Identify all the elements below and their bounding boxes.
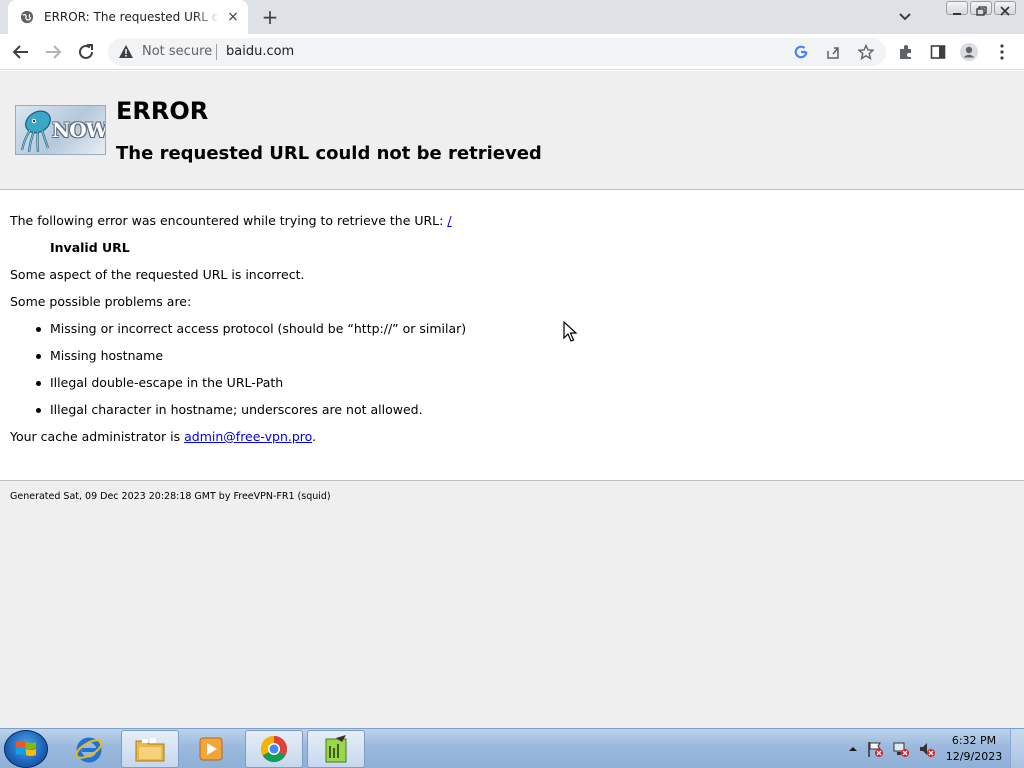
tab-close-icon[interactable]: × [226, 9, 240, 25]
globe-icon [20, 10, 34, 24]
problem-item: Missing or incorrect access protocol (sh… [50, 321, 467, 336]
bullet-dot [36, 408, 41, 413]
bullet-dot [36, 354, 41, 359]
windows-taskbar: 6:32 PM 12/9/2023 [0, 728, 1024, 768]
show-desktop-button[interactable] [1010, 729, 1024, 768]
error-name: Invalid URL [50, 240, 130, 255]
taskbar-internet-explorer[interactable] [60, 730, 118, 768]
bullet-dot [36, 381, 41, 386]
profile-avatar-icon[interactable] [959, 42, 979, 62]
admin-line: Your cache administrator is admin@free-v… [10, 429, 316, 444]
browser-toolbar: Not secure baidu.com [0, 34, 1024, 70]
clock-time: 6:32 PM [951, 734, 997, 747]
retrieved-url-link[interactable]: / [447, 213, 451, 228]
taskbar-chrome[interactable] [245, 730, 303, 768]
start-button[interactable] [4, 730, 48, 768]
windows-logo-icon [16, 741, 36, 756]
media-player-icon [199, 737, 223, 761]
tab-strip: ERROR: The requested URL could not be re… [0, 0, 1024, 34]
window-controls [946, 1, 1016, 16]
squid-logo: NOW [15, 105, 106, 155]
security-label[interactable]: Not secure [142, 44, 212, 59]
bookmark-star-icon[interactable] [857, 43, 875, 61]
browser-tab[interactable]: ERROR: The requested URL could not be re… [8, 0, 248, 34]
show-hidden-icons-icon[interactable] [848, 744, 858, 754]
taskbar-notepad-editor[interactable] [307, 730, 365, 768]
extensions-puzzle-icon[interactable] [896, 42, 916, 62]
taskbar-clock[interactable]: 6:32 PM 12/9/2023 [944, 733, 1004, 765]
taskbar-media-player[interactable] [182, 730, 240, 768]
footer-generated-text: Generated Sat, 09 Dec 2023 20:28:18 GMT … [10, 491, 331, 502]
back-arrow-icon[interactable] [11, 42, 31, 62]
restore-button[interactable] [970, 1, 992, 16]
address-bar[interactable]: Not secure baidu.com [108, 38, 886, 66]
side-panel-icon[interactable] [928, 42, 948, 62]
url-text[interactable]: baidu.com [226, 44, 294, 59]
page-title: ERROR [116, 97, 209, 125]
intro-line: The following error was encountered whil… [10, 213, 452, 228]
page-subtitle: The requested URL could not be retrieved [116, 143, 542, 164]
tab-search-chevron-icon[interactable] [897, 10, 913, 24]
error-footer: Generated Sat, 09 Dec 2023 20:28:18 GMT … [0, 480, 1024, 728]
network-icon[interactable] [892, 740, 910, 758]
error-description: Some aspect of the requested URL is inco… [10, 267, 305, 282]
admin-prefix: Your cache administrator is [10, 429, 185, 444]
system-tray: 6:32 PM 12/9/2023 [848, 729, 1004, 768]
taskbar-file-explorer[interactable] [121, 730, 179, 768]
close-window-button[interactable] [994, 1, 1016, 16]
google-lens-icon[interactable] [792, 43, 810, 61]
reload-icon[interactable] [76, 42, 96, 62]
logo-text: NOW [52, 118, 106, 142]
intro-text: The following error was encountered whil… [10, 213, 448, 228]
internet-explorer-icon [75, 737, 103, 763]
warning-triangle-icon[interactable] [118, 44, 134, 60]
admin-email-link[interactable]: admin@free-vpn.pro [184, 429, 312, 444]
share-icon[interactable] [824, 43, 842, 61]
forward-arrow-icon[interactable] [43, 42, 63, 62]
problems-heading: Some possible problems are: [10, 294, 192, 309]
clock-date: 12/9/2023 [945, 750, 1003, 763]
mouse-cursor-icon [563, 321, 577, 342]
minimize-button[interactable] [946, 1, 968, 15]
error-header: NOW ERROR The requested URL could not be… [0, 71, 1024, 190]
kebab-menu-icon[interactable] [992, 42, 1012, 62]
bullet-dot [36, 327, 41, 332]
tab-title: ERROR: The requested URL could not be re… [44, 10, 220, 24]
page-content: NOW ERROR The requested URL could not be… [0, 71, 1024, 728]
problem-item: Missing hostname [50, 348, 164, 363]
chrome-icon [260, 735, 288, 763]
omnibox-separator [216, 44, 217, 60]
action-center-flag-icon[interactable] [866, 740, 884, 758]
volume-muted-icon[interactable] [918, 740, 936, 758]
problem-item: Illegal double-escape in the URL-Path [50, 375, 284, 390]
notepad-icon [325, 735, 347, 763]
folder-icon [135, 738, 165, 762]
problem-item: Illegal character in hostname; underscor… [50, 402, 423, 417]
new-tab-button[interactable]: + [260, 7, 280, 27]
admin-suffix: . [312, 429, 317, 444]
